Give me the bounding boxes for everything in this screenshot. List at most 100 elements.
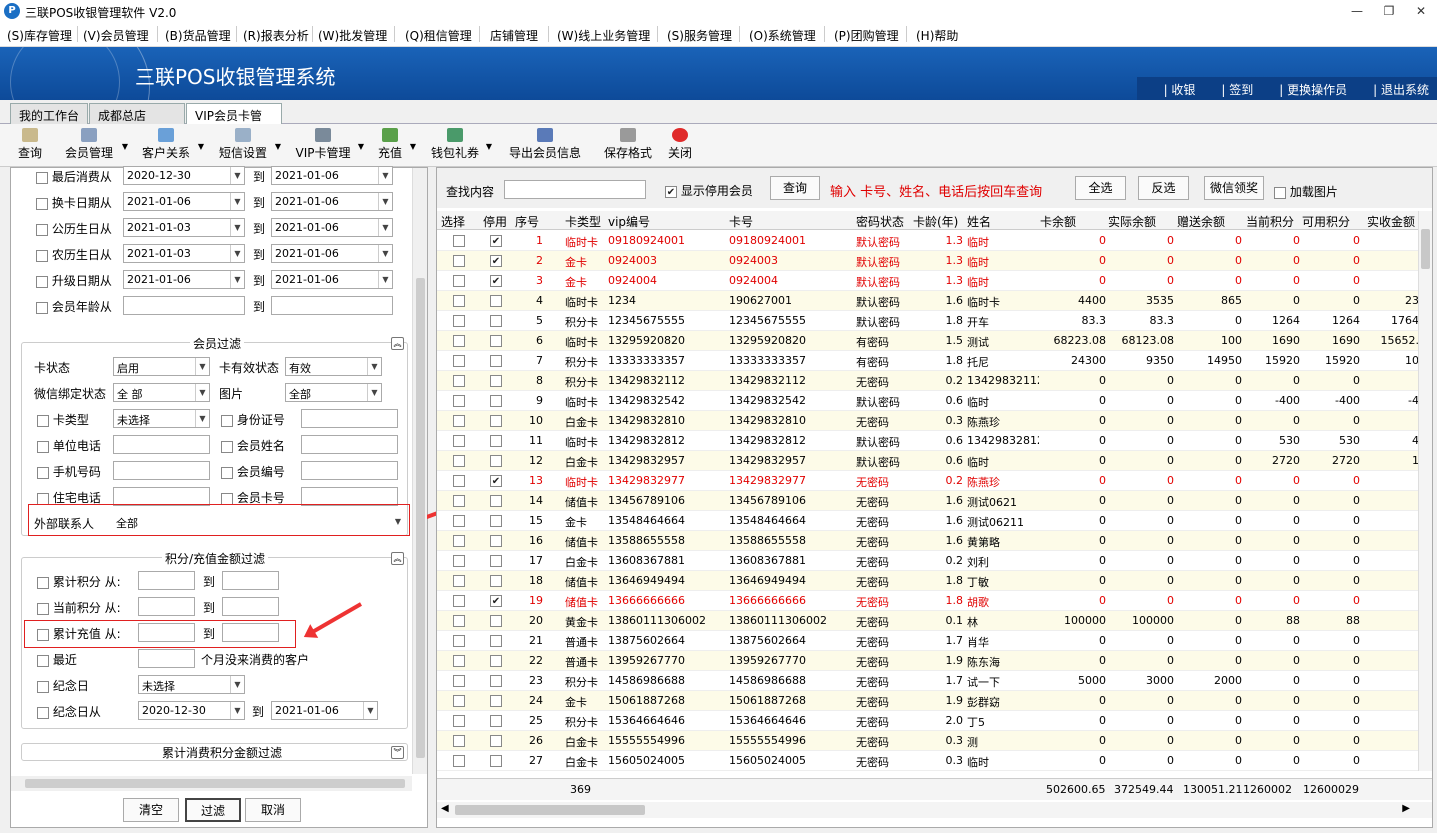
row-disabled-checkbox[interactable] (490, 535, 502, 547)
col-header[interactable]: 卡类型 (565, 213, 601, 230)
memorial-to-picker[interactable]: 2021-01-06 ▼ (271, 701, 378, 720)
select-all-button[interactable]: 全选 (1075, 176, 1126, 200)
clear-button[interactable]: 清空 (123, 798, 179, 822)
card-valid-select[interactable]: 有效 ▼ (285, 357, 382, 376)
collapse-icon[interactable]: ︽ (391, 337, 404, 350)
load-pic-checkbox[interactable] (1274, 186, 1286, 199)
age-filter-checkbox[interactable] (36, 301, 48, 314)
chevron-down-icon[interactable]: ▼ (367, 358, 381, 375)
row-select-checkbox[interactable] (453, 415, 465, 427)
table-row[interactable]: 20 黄金卡 13860111306002 13860111306002 无密码 0.1 林… (437, 611, 1418, 631)
row-select-checkbox[interactable] (453, 335, 465, 347)
table-row[interactable]: 6 临时卡 13295920820 13295920820 有密码 1.5 测试 68223.… (437, 331, 1418, 351)
row-select-checkbox[interactable] (453, 455, 465, 467)
row-disabled-checkbox[interactable] (490, 475, 502, 487)
table-row[interactable]: 16 储值卡 13588655558 13588655558 无密码 1.6 黄第略 0 0 0 0… (437, 531, 1418, 551)
table-row[interactable]: 18 储值卡 13646949494 13646949494 无密码 1.8 丁敏 0 0 0 0 0 (437, 571, 1418, 591)
col-header[interactable]: 卡龄(年) (913, 213, 958, 230)
chevron-down-icon[interactable]: ▼ (367, 384, 381, 401)
row-select-checkbox[interactable] (453, 635, 465, 647)
row-disabled-checkbox[interactable] (490, 335, 502, 347)
row-select-checkbox[interactable] (453, 515, 465, 527)
menu-item[interactable]: (V)会员管理 (83, 27, 149, 44)
col-header[interactable]: 卡号 (729, 213, 753, 230)
chevron-down-icon[interactable]: ▼ (378, 193, 392, 210)
row-disabled-checkbox[interactable] (490, 635, 502, 647)
row-disabled-checkbox[interactable] (490, 735, 502, 747)
vip-card-manage-button[interactable]: VIP卡管理 ▼ (294, 128, 364, 161)
chevron-down-icon[interactable]: ▼ (378, 245, 392, 262)
row-select-checkbox[interactable] (453, 315, 465, 327)
card-type-select[interactable]: 未选择 ▼ (113, 409, 210, 428)
col-header[interactable]: vip编号 (608, 213, 650, 230)
row-select-checkbox[interactable] (453, 595, 465, 607)
scroll-thumb[interactable] (416, 278, 425, 758)
row-disabled-checkbox[interactable] (490, 755, 502, 767)
work-phone-checkbox[interactable] (37, 440, 49, 453)
logout-link[interactable]: | 退出系统 (1373, 83, 1429, 97)
table-row[interactable]: 1 临时卡 09180924001 09180924001 默认密码 1.3临时 0 0 0 0 0 (437, 231, 1418, 251)
member-no-input[interactable] (301, 461, 398, 480)
scroll-right-icon[interactable]: ▶ (1402, 803, 1410, 814)
switch-operator-link[interactable]: | 更换操作员 (1279, 83, 1347, 97)
chevron-down-icon[interactable]: ▼ (195, 384, 209, 401)
date-from-picker[interactable]: 2021-01-03 ▼ (123, 218, 245, 237)
member-name-checkbox[interactable] (221, 440, 233, 453)
row-select-checkbox[interactable] (453, 715, 465, 727)
col-header[interactable]: 当前积分 (1246, 213, 1294, 230)
table-row[interactable]: 12 白金卡 13429832957 13429832957 默认密码 0.6 临时 0 0 0 2… (437, 451, 1418, 471)
member-name-input[interactable] (301, 435, 398, 454)
row-disabled-checkbox[interactable] (490, 395, 502, 407)
memorial-from-picker[interactable]: 2020-12-30 ▼ (138, 701, 245, 720)
row-disabled-checkbox[interactable] (490, 235, 502, 247)
menu-item[interactable]: (R)报表分析 (243, 27, 309, 44)
table-row[interactable]: 21 普通卡 13875602664 13875602664 无密码 1.7 肖华 0 0 0 0 0 (437, 631, 1418, 651)
checkin-link[interactable]: | 签到 (1221, 83, 1253, 97)
menu-item[interactable]: (W)线上业务管理 (557, 27, 650, 44)
col-header[interactable]: 卡余额 (1040, 213, 1076, 230)
menu-item[interactable]: (B)货品管理 (165, 27, 231, 44)
menu-item[interactable]: (Q)租信管理 (405, 27, 472, 44)
table-horizontal-scrollbar[interactable]: ◀ ▶ (437, 802, 1432, 818)
col-header[interactable]: 姓名 (967, 213, 991, 230)
memorial-checkbox[interactable] (37, 680, 49, 693)
row-select-checkbox[interactable] (453, 675, 465, 687)
table-row[interactable]: 9 临时卡 13429832542 13429832542 默认密码 0.6 临时 0 0 0 -4… (437, 391, 1418, 411)
row-select-checkbox[interactable] (453, 435, 465, 447)
date-filter-checkbox[interactable] (36, 171, 48, 184)
wechat-gift-button[interactable]: 微信领奖 (1204, 176, 1264, 200)
col-header[interactable]: 实收金额 (1367, 213, 1415, 230)
date-filter-checkbox[interactable] (36, 197, 48, 210)
row-select-checkbox[interactable] (453, 235, 465, 247)
date-filter-checkbox[interactable] (36, 223, 48, 236)
menu-item[interactable]: (O)系统管理 (749, 27, 816, 44)
table-row[interactable]: 7 积分卡 13333333357 13333333357 有密码 1.8 托尼 24300 9… (437, 351, 1418, 371)
recent-checkbox[interactable] (37, 654, 49, 667)
scroll-thumb[interactable] (25, 779, 405, 788)
recent-months-input[interactable] (138, 649, 195, 668)
menu-item[interactable]: (S)服务管理 (667, 27, 732, 44)
date-from-picker[interactable]: 2021-01-03 ▼ (123, 244, 245, 263)
row-select-checkbox[interactable] (453, 395, 465, 407)
table-row[interactable]: 5 积分卡 12345675555 12345675555 默认密码 1.8 开车 83.3 8… (437, 311, 1418, 331)
menu-item[interactable]: (P)团购管理 (834, 27, 899, 44)
id-checkbox[interactable] (221, 414, 233, 427)
date-to-picker[interactable]: 2021-01-06 ▼ (271, 244, 393, 263)
row-select-checkbox[interactable] (453, 355, 465, 367)
tab-store[interactable]: 成都总店(0918) (89, 103, 185, 138)
col-header[interactable]: 序号 (515, 213, 539, 230)
row-disabled-checkbox[interactable] (490, 615, 502, 627)
row-disabled-checkbox[interactable] (490, 495, 502, 507)
age-from-input[interactable] (123, 296, 245, 315)
chevron-down-icon[interactable]: ▼ (230, 167, 244, 184)
row-select-checkbox[interactable] (453, 755, 465, 767)
date-from-picker[interactable]: 2021-01-06 ▼ (123, 192, 245, 211)
member-manage-button[interactable]: 会员管理 ▼ (62, 128, 128, 161)
cur-points-checkbox[interactable] (37, 602, 49, 615)
row-select-checkbox[interactable] (453, 535, 465, 547)
tab-vip-card[interactable]: VIP会员卡管理 (186, 103, 282, 140)
recharge-button[interactable]: 充值 ▼ (376, 128, 416, 161)
table-row[interactable]: 11 临时卡 13429832812 13429832812 默认密码 0.6 134298… (437, 431, 1418, 451)
row-select-checkbox[interactable] (453, 495, 465, 507)
menu-item[interactable]: (S)库存管理 (7, 27, 72, 44)
